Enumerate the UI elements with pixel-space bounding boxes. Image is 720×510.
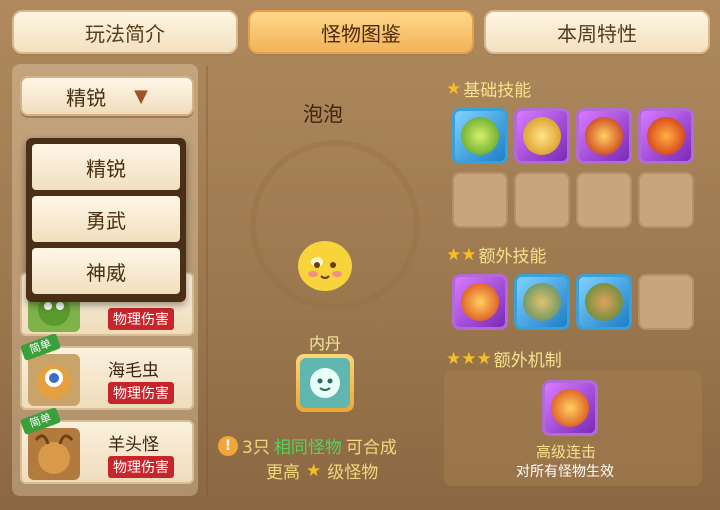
filter-dropdown-menu: 精锐 勇武 神威: [26, 138, 186, 302]
skill-slot-empty: [576, 172, 632, 228]
monster-thumbnail: [28, 428, 80, 480]
monster-card-2[interactable]: 简单 海毛虫 物理伤害: [20, 333, 194, 410]
hint-highlight: 相同怪物: [273, 438, 342, 458]
neidan-label: 内丹: [309, 334, 342, 353]
damage-type-badge: 物理伤害: [108, 308, 174, 330]
section-basic-skills: ★ 基础技能: [446, 76, 532, 102]
section-title: 基础技能: [463, 81, 532, 101]
filter-dropdown-button[interactable]: 精锐 ▼: [20, 76, 194, 116]
mechanism-description: 对所有怪物生效: [516, 464, 614, 480]
hint-text: 可合成: [345, 438, 397, 458]
monster-card-3[interactable]: 简单 羊头怪 物理伤害: [20, 407, 194, 484]
hint-text: 级怪物: [327, 463, 379, 483]
monster-name: 海毛虫: [108, 361, 159, 381]
dropdown-option-brave[interactable]: 勇武: [32, 196, 180, 242]
star-icon: ★: [446, 78, 462, 99]
star-icon: ★: [306, 460, 322, 481]
neidan-icon[interactable]: [296, 354, 354, 412]
monster-name: 羊头怪: [108, 435, 159, 455]
warning-icon: !: [218, 435, 238, 456]
skill-slot-empty: [638, 172, 694, 228]
hint-text: 更高: [266, 463, 300, 483]
extra-skill-slot-empty: [638, 274, 694, 330]
star-icon: ★★: [446, 244, 477, 265]
tab-gameplay-intro[interactable]: 玩法简介: [12, 10, 238, 54]
game-window: 玩法简介 怪物图鉴 本周特性 物理伤害 简单 海毛虫 物理伤害 简单 羊头怪 物…: [0, 0, 720, 510]
skill-slot-1[interactable]: [452, 108, 508, 164]
monster-thumbnail: [28, 354, 80, 406]
extra-skill-slot-2[interactable]: [514, 274, 570, 330]
damage-type-badge: 物理伤害: [108, 456, 174, 478]
chevron-down-icon: ▼: [134, 85, 148, 107]
dropdown-option-elite[interactable]: 精锐: [32, 144, 180, 190]
extra-skill-slot-1[interactable]: [452, 274, 508, 330]
dropdown-option-divine[interactable]: 神威: [32, 248, 180, 294]
extra-skill-slot-3[interactable]: [576, 274, 632, 330]
tab-monster-guide[interactable]: 怪物图鉴: [248, 10, 474, 54]
hint-text: 3只: [242, 438, 270, 458]
skill-slot-empty: [514, 172, 570, 228]
merge-hint-line1: ! 3只 相同怪物 可合成: [218, 433, 397, 458]
section-extra-mechanism: ★★★ 额外机制: [446, 346, 562, 372]
section-title: 额外技能: [478, 247, 547, 267]
monster-portrait: [297, 238, 353, 292]
filter-selected-label: 精锐: [66, 85, 107, 110]
skill-slot-4[interactable]: [638, 108, 694, 164]
mechanism-name: 高级连击: [536, 443, 597, 461]
merge-hint-line2: 更高 ★ 级怪物: [266, 458, 379, 484]
damage-type-badge: 物理伤害: [108, 382, 174, 404]
skill-slot-3[interactable]: [576, 108, 632, 164]
section-extra-skills: ★★ 额外技能: [446, 242, 547, 268]
tab-weekly-traits[interactable]: 本周特性: [484, 10, 710, 54]
background-ghost: [240, 20, 247, 45]
panel-divider: [206, 66, 208, 496]
section-title: 额外机制: [493, 351, 562, 371]
skill-slot-2[interactable]: [514, 108, 570, 164]
mechanism-icon[interactable]: [542, 380, 598, 436]
selected-monster-name: 泡泡: [303, 102, 343, 126]
star-icon: ★★★: [446, 348, 492, 369]
skill-slot-empty: [452, 172, 508, 228]
